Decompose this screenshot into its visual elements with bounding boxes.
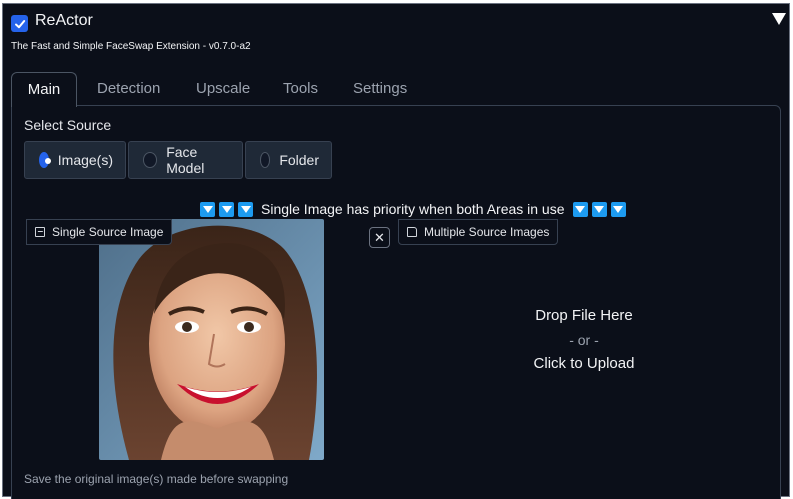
priority-note: Single Image has priority when both Area…: [200, 200, 626, 218]
multiple-source-dropzone[interactable]: Drop File Here - or - Click to Upload: [398, 245, 770, 460]
radio-label: Folder: [279, 152, 319, 168]
source-radio-group: Image(s) Face Model Folder: [24, 141, 332, 179]
tab-settings[interactable]: Settings: [353, 72, 407, 106]
radio-unchecked-icon: [143, 152, 158, 168]
single-source-label: Single Source Image: [26, 219, 173, 245]
down-arrow-icon: [572, 201, 588, 217]
collapse-triangle-icon[interactable]: [772, 13, 786, 25]
image-icon: [35, 227, 45, 237]
down-arrow-icon: [200, 201, 215, 217]
drop-file-text: Drop File Here: [535, 307, 633, 324]
tab-detection[interactable]: Detection: [97, 72, 160, 106]
down-arrow-icon: [238, 201, 253, 217]
radio-checked-icon: [39, 152, 51, 168]
extension-subtitle: The Fast and Simple FaceSwap Extension -…: [11, 41, 251, 52]
drop-or-text: - or -: [569, 332, 599, 348]
multiple-source-text: Multiple Source Images: [424, 225, 550, 239]
tab-main[interactable]: Main: [11, 72, 77, 107]
tab-upscale[interactable]: Upscale: [196, 72, 250, 106]
click-to-upload-text: Click to Upload: [533, 355, 635, 372]
extension-title: ReActor: [35, 12, 93, 29]
select-source-label: Select Source: [24, 117, 112, 133]
radio-unchecked-icon: [260, 152, 271, 168]
down-arrow-icon: [610, 201, 626, 217]
priority-text: Single Image has priority when both Area…: [261, 201, 565, 217]
radio-folder[interactable]: Folder: [245, 141, 332, 179]
tab-bar: Main Detection Upscale Tools Settings: [11, 72, 781, 107]
radio-label: Face Model: [166, 144, 205, 176]
portrait-image: [99, 219, 324, 460]
clear-image-button[interactable]: ✕: [369, 227, 390, 248]
checkmark-icon: [14, 19, 25, 28]
file-icon: [407, 227, 417, 237]
single-source-image[interactable]: [99, 219, 324, 460]
enable-checkbox[interactable]: [11, 15, 28, 32]
single-source-text: Single Source Image: [52, 225, 164, 239]
radio-label: Image(s): [57, 152, 113, 168]
radio-face-model[interactable]: Face Model: [128, 141, 243, 179]
save-original-note: Save the original image(s) made before s…: [24, 472, 289, 486]
tab-tools[interactable]: Tools: [283, 72, 318, 106]
down-arrow-icon: [219, 201, 234, 217]
radio-images[interactable]: Image(s): [24, 141, 126, 179]
multiple-source-label: Multiple Source Images: [398, 219, 559, 245]
down-arrow-icon: [591, 201, 607, 217]
